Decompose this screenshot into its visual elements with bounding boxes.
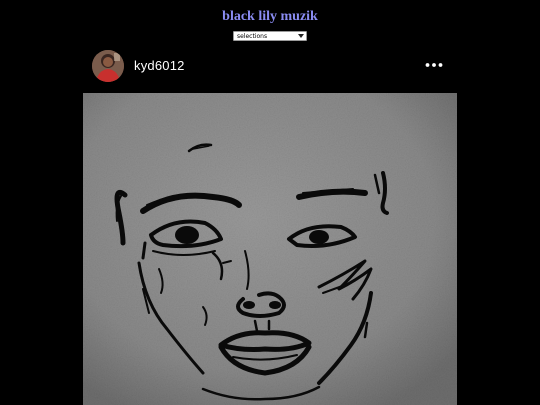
chevron-down-icon	[298, 34, 304, 38]
post-image[interactable]	[83, 93, 457, 405]
dropdown-selected-value: selections	[237, 33, 268, 40]
site-title-link[interactable]: black lily muzik	[0, 9, 540, 25]
post-username[interactable]: kyd6012	[134, 58, 185, 73]
more-options-button[interactable]	[424, 58, 444, 72]
face-sketch-image	[83, 93, 457, 405]
avatar-photo-icon	[92, 50, 124, 82]
post-header: kyd6012	[92, 48, 448, 84]
avatar[interactable]	[92, 50, 124, 82]
selections-dropdown[interactable]: selections	[233, 31, 307, 41]
more-horizontal-icon	[425, 63, 443, 67]
